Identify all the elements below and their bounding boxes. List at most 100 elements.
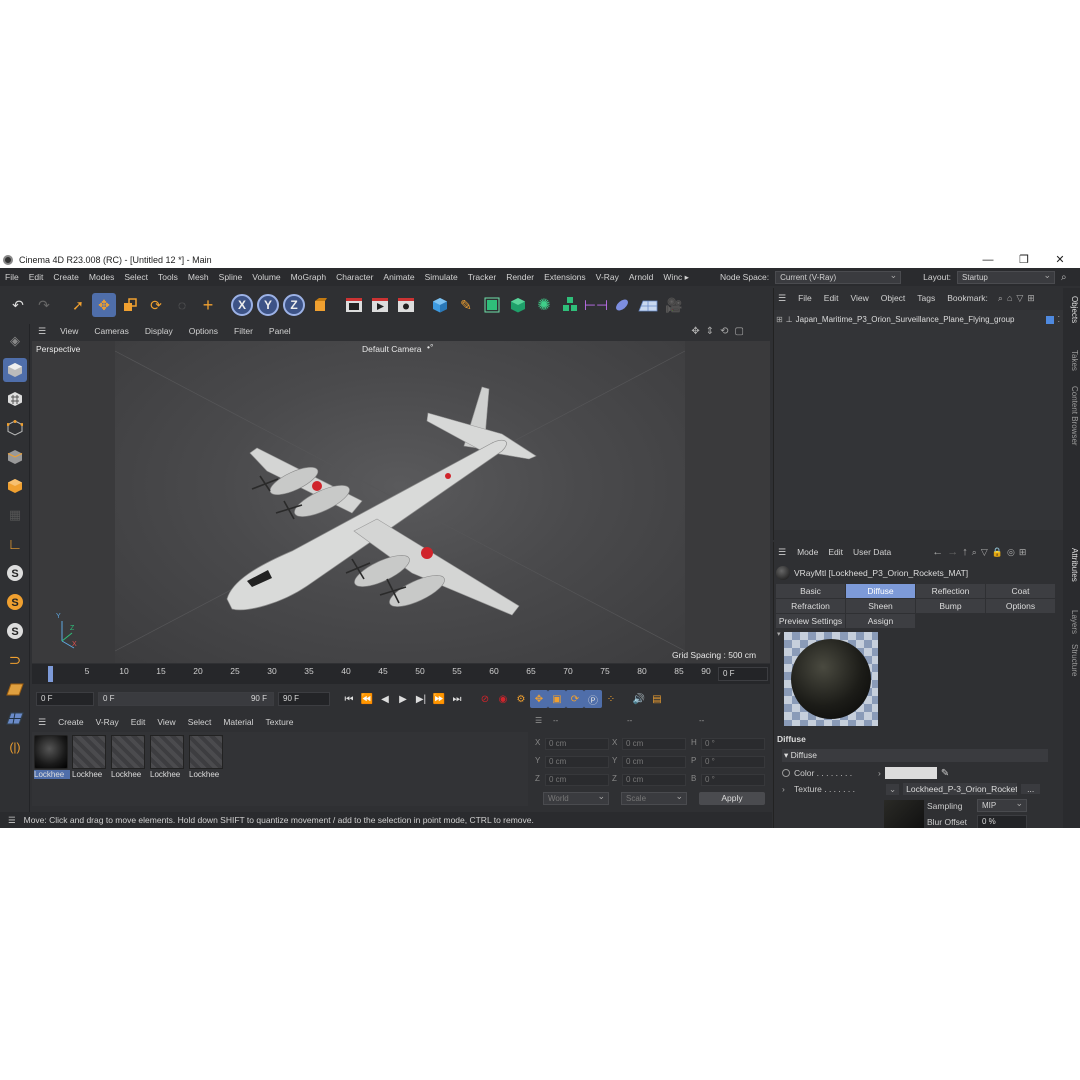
material-swatch[interactable]: Lockhee (72, 735, 108, 779)
status-menu-icon[interactable]: ☰ (0, 815, 24, 826)
menu-render[interactable]: Render (501, 272, 539, 282)
tab-reflection[interactable]: Reflection (916, 584, 985, 598)
material-menu-create[interactable]: Create (52, 717, 90, 727)
snap-icon-1[interactable]: S (3, 561, 27, 585)
attribute-menu-edit[interactable]: Edit (823, 547, 848, 557)
move-tool-icon[interactable]: ✥ (92, 293, 116, 317)
key-pla-icon[interactable]: ⁘ (602, 690, 620, 708)
coordinates-menu-icon[interactable]: ☰ (535, 716, 542, 725)
menu-file[interactable]: File (0, 272, 24, 282)
object-home-icon[interactable]: ⌂ (1007, 293, 1012, 303)
key-scale-icon[interactable]: ▣ (548, 690, 566, 708)
prev-key-icon[interactable]: ⏪ (358, 690, 376, 708)
expand-icon[interactable]: ⊞ (776, 315, 783, 324)
viewport-menu-display[interactable]: Display (137, 326, 181, 336)
scale-tool-icon[interactable] (118, 293, 142, 317)
prev-frame-icon[interactable]: ◀ (376, 690, 394, 708)
side-tab-structure[interactable]: Structure (1065, 644, 1079, 676)
size-z-field[interactable]: 0 cm (622, 774, 686, 786)
object-filter-icon[interactable]: ▽ (1016, 293, 1023, 304)
material-menu-icon[interactable]: ☰ (32, 717, 52, 728)
film-icon[interactable]: ▤ (648, 690, 666, 708)
menu-simulate[interactable]: Simulate (420, 272, 463, 282)
viewport-menu-view[interactable]: View (52, 326, 86, 336)
object-menu-edit[interactable]: Edit (818, 293, 845, 303)
side-tab-takes[interactable]: Takes (1065, 350, 1079, 371)
size-y-field[interactable]: 0 cm (622, 756, 686, 768)
material-menu-edit[interactable]: Edit (125, 717, 152, 727)
menu-mograph[interactable]: MoGraph (286, 272, 331, 282)
object-row[interactable]: ⊞ ⊥ Japan_Maritime_P3_Orion_Surveillance… (776, 313, 1062, 326)
visibility-dots-icon[interactable]: ⁚ (1057, 315, 1060, 324)
add-tool-icon[interactable]: + (196, 293, 220, 317)
maximize-button[interactable]: ❐ (1006, 252, 1042, 268)
attr-new-panel-icon[interactable]: ⊞ (1019, 547, 1027, 558)
menu-animate[interactable]: Animate (378, 272, 419, 282)
material-swatch[interactable]: Lockhee (111, 735, 147, 779)
tab-assign[interactable]: Assign (846, 614, 915, 628)
attr-filter-icon[interactable]: ▽ (981, 547, 988, 558)
subdivision-icon[interactable] (480, 293, 504, 317)
y-axis-lock-icon[interactable]: Y (257, 294, 279, 316)
mograph-cloner-icon[interactable]: ✺ (532, 293, 556, 317)
menu-spline[interactable]: Spline (214, 272, 248, 282)
next-frame-icon[interactable]: ▶| (412, 690, 430, 708)
viewport-menu-cameras[interactable]: Cameras (86, 326, 136, 336)
tab-options[interactable]: Options (986, 599, 1055, 613)
snap-icon-3[interactable]: S (3, 619, 27, 643)
forward-arrow-icon[interactable]: → (947, 546, 958, 558)
texture-expand-icon[interactable]: › (782, 784, 790, 794)
next-key-icon[interactable]: ⏩ (430, 690, 448, 708)
search-icon[interactable]: ⌕ (1061, 272, 1067, 283)
side-tab-attributes[interactable]: Attributes (1065, 548, 1079, 582)
snap-icon-2[interactable]: S (3, 590, 27, 614)
material-menu-vray[interactable]: V-Ray (90, 717, 125, 727)
attribute-menu-user-data[interactable]: User Data (848, 547, 896, 557)
viewport-navigation-icons[interactable]: ✥⇕⟲▢ (691, 326, 750, 337)
render-settings-icon[interactable] (394, 293, 418, 317)
back-arrow-icon[interactable]: ← (932, 546, 943, 558)
apply-button[interactable]: Apply (699, 792, 765, 805)
grid-icon[interactable] (3, 706, 27, 730)
menu-edit[interactable]: Edit (24, 272, 49, 282)
animate-dot-icon[interactable] (782, 769, 790, 777)
material-preview[interactable] (784, 632, 878, 726)
coordinate-space-dropdown[interactable]: World (543, 791, 609, 805)
node-space-dropdown[interactable]: Current (V-Ray) (775, 270, 902, 284)
goto-start-icon[interactable]: ⏮ (340, 690, 358, 708)
viewport-menu-filter[interactable]: Filter (226, 326, 261, 336)
placement-tool-icon[interactable]: ◌ (170, 293, 194, 317)
menu-create[interactable]: Create (48, 272, 84, 282)
key-rotation-icon[interactable]: ⟳ (566, 690, 584, 708)
object-search-icon[interactable]: ⌕ (998, 293, 1003, 304)
material-swatch[interactable]: Lockhee (150, 735, 186, 779)
playhead[interactable] (48, 666, 53, 682)
z-axis-lock-icon[interactable]: Z (283, 294, 305, 316)
polygon-mode-icon[interactable] (3, 474, 27, 498)
color-expand-icon[interactable]: › (878, 768, 881, 778)
deformer-icon[interactable]: ⊢⊣ (584, 293, 608, 317)
key-parameter-icon[interactable]: Ⓟ (584, 690, 602, 708)
lock-workplane-icon[interactable]: (|) (3, 735, 27, 759)
position-x-field[interactable]: 0 cm (545, 738, 609, 750)
record-keys-icon[interactable]: ⊘ (476, 690, 494, 708)
camera-icon[interactable]: 🎥 (662, 293, 686, 317)
menu-mesh[interactable]: Mesh (183, 272, 214, 282)
position-y-field[interactable]: 0 cm (545, 756, 609, 768)
edge-mode-icon[interactable] (3, 445, 27, 469)
coordinate-mode-dropdown[interactable]: Scale (621, 791, 687, 805)
texture-browse-button[interactable]: ... (1021, 784, 1041, 794)
menu-select[interactable]: Select (119, 272, 153, 282)
point-mode-icon[interactable] (3, 416, 27, 440)
select-tool-icon[interactable]: ➚ (66, 293, 90, 317)
rotation-h-field[interactable]: 0 ° (701, 738, 765, 750)
preview-range-slider[interactable]: 0 F 90 F (98, 692, 274, 706)
object-menu-tags[interactable]: Tags (911, 293, 941, 303)
color-swatch[interactable] (884, 767, 937, 779)
viewport-menu-options[interactable]: Options (181, 326, 226, 336)
sound-icon[interactable]: 🔊 (630, 690, 648, 708)
material-menu-view[interactable]: View (151, 717, 181, 727)
tab-diffuse[interactable]: Diffuse (846, 584, 915, 598)
object-menu-file[interactable]: File (792, 293, 818, 303)
tab-preview-settings[interactable]: Preview Settings (776, 614, 845, 628)
